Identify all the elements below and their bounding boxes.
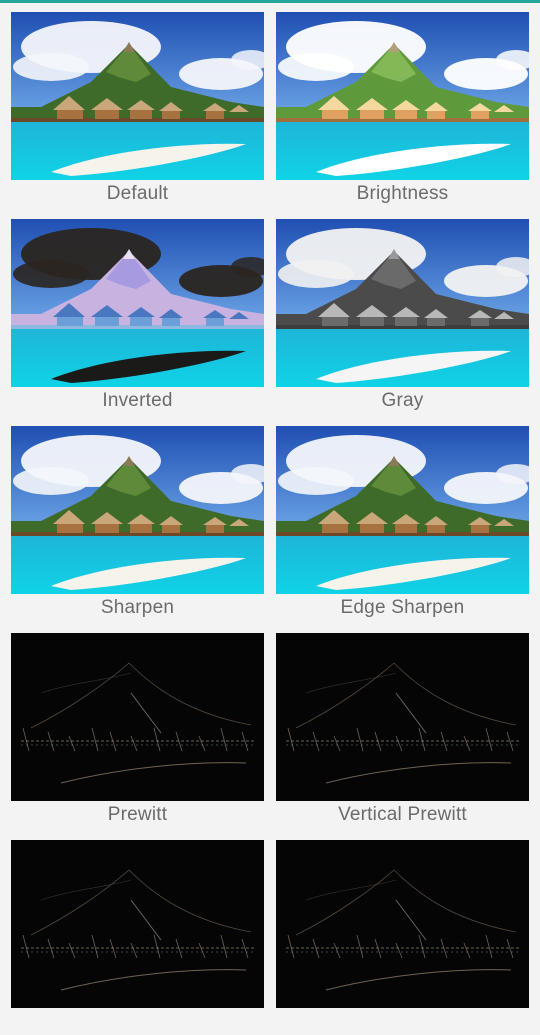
filter-thumbnail	[276, 219, 529, 387]
filter-label: Prewitt	[107, 804, 168, 825]
filter-item-brightness[interactable]: Brightness	[276, 12, 529, 207]
filter-label: Edge Sharpen	[340, 597, 465, 618]
filter-thumbnail	[276, 633, 529, 801]
filter-thumbnail	[11, 12, 264, 180]
filter-item-edge-sharpen[interactable]: Edge Sharpen	[276, 426, 529, 621]
filter-label: Gray	[381, 390, 424, 411]
filter-label: Sharpen	[100, 597, 175, 618]
filter-item-vertical-prewitt[interactable]: Vertical Prewitt	[276, 633, 529, 828]
filter-thumbnail	[11, 426, 264, 594]
filter-label: Default	[106, 183, 169, 204]
filter-item-default[interactable]: Default	[11, 12, 264, 207]
filter-label: Brightness	[356, 183, 449, 204]
filter-thumbnail	[11, 219, 264, 387]
filter-item-inverted[interactable]: Inverted	[11, 219, 264, 414]
filter-thumbnail	[276, 840, 529, 1008]
filter-item-prewitt[interactable]: Prewitt	[11, 633, 264, 828]
filter-grid: Default Brightness Inverted Gray Sharpen…	[11, 12, 529, 1035]
filter-label: Inverted	[102, 390, 173, 411]
filter-item-gray[interactable]: Gray	[276, 219, 529, 414]
top-accent-bar	[0, 0, 540, 3]
filter-label: Vertical Prewitt	[338, 804, 467, 825]
filter-thumbnail	[276, 12, 529, 180]
filter-thumbnail	[11, 633, 264, 801]
filter-thumbnail	[11, 840, 264, 1008]
filter-item-10[interactable]	[276, 840, 529, 1035]
filter-thumbnail	[276, 426, 529, 594]
filter-item-sharpen[interactable]: Sharpen	[11, 426, 264, 621]
filter-item-9[interactable]	[11, 840, 264, 1035]
